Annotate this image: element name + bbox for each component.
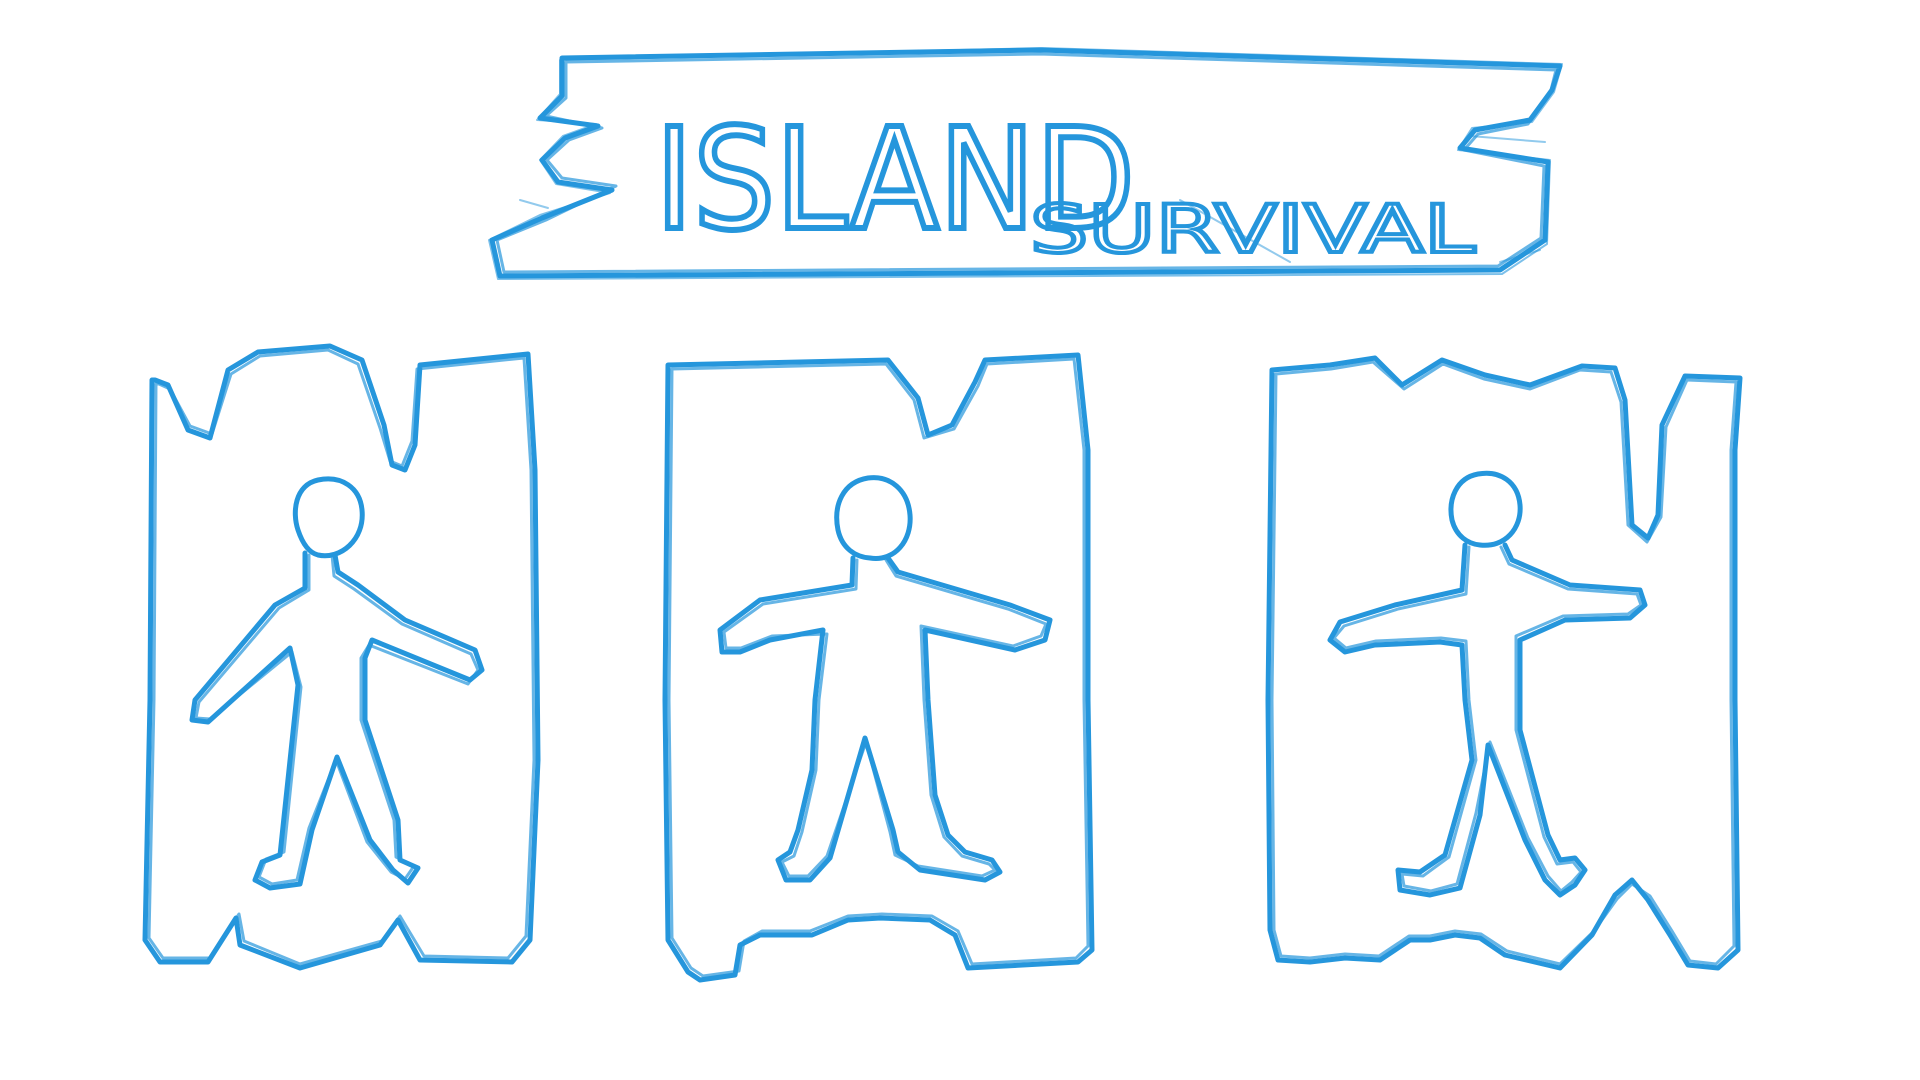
title-line-2: SURVIVAL	[1030, 191, 1475, 268]
character-card-3[interactable]	[1265, 355, 1743, 971]
character-1-head	[292, 476, 365, 559]
character-3-head	[1448, 470, 1523, 548]
character-2-figure	[717, 475, 1053, 883]
character-3-figure	[1327, 470, 1648, 898]
character-1-figure	[189, 476, 485, 891]
character-card-2[interactable]	[662, 352, 1095, 983]
card-2-frame	[662, 352, 1095, 983]
character-card-1[interactable]	[142, 343, 541, 971]
title-sign: ISLAND SURVIVAL	[488, 47, 1563, 280]
character-select-screen: ISLAND SURVIVAL	[142, 47, 1743, 983]
character-2-head	[834, 475, 913, 561]
card-3-frame	[1265, 355, 1743, 971]
